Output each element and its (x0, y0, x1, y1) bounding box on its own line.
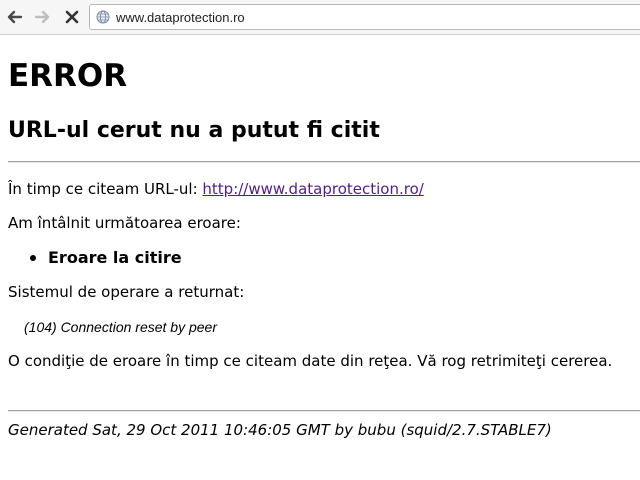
bullet-icon (30, 254, 36, 261)
divider (8, 410, 640, 412)
page-title: ERROR (8, 58, 128, 94)
page-subtitle: URL-ul cerut nu a putut fi citit (8, 118, 380, 143)
divider (8, 161, 640, 163)
arrow-right-icon (34, 10, 50, 24)
browser-toolbar: www.dataprotection.ro (0, 0, 640, 35)
requested-url-link[interactable]: http://www.dataprotection.ro/ (202, 180, 423, 198)
os-returned-label: Sistemul de operare a returnat: (8, 283, 245, 301)
globe-icon (96, 10, 110, 24)
url-text[interactable]: www.dataprotection.ro (116, 10, 245, 25)
encountered-error-label: Am întâlnit următoarea eroare: (8, 214, 241, 232)
arrow-left-icon (7, 10, 23, 24)
error-list-item: Eroare la citire (30, 248, 182, 267)
address-bar[interactable]: www.dataprotection.ro (89, 4, 640, 30)
stop-button[interactable] (61, 6, 83, 28)
forward-button[interactable] (31, 6, 53, 28)
error-detail: (104) Connection reset by peer (24, 319, 217, 335)
close-icon (65, 10, 79, 24)
error-item-text: Eroare la citire (48, 248, 182, 267)
reading-url-line: În timp ce citeam URL-ul: http://www.dat… (8, 180, 424, 198)
footer-generated: Generated Sat, 29 Oct 2011 10:46:05 GMT … (8, 421, 552, 439)
reading-url-label: În timp ce citeam URL-ul: (8, 180, 203, 198)
back-button[interactable] (4, 6, 26, 28)
error-explanation: O condiţie de eroare în timp ce citeam d… (8, 352, 613, 370)
